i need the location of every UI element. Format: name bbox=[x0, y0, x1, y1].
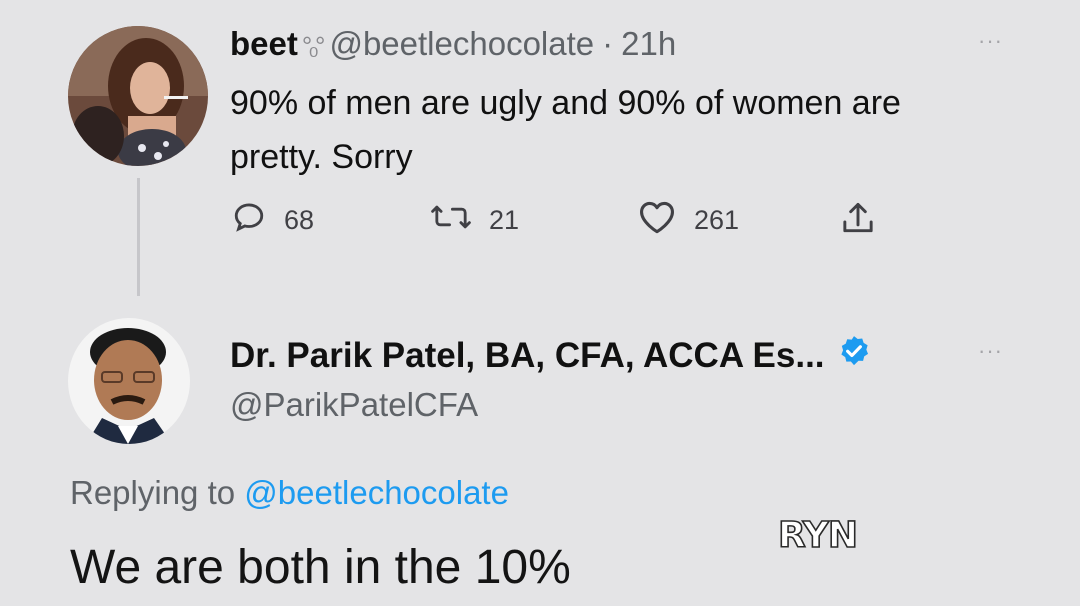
author-emoji: °₀° bbox=[301, 31, 326, 61]
share-button[interactable] bbox=[840, 200, 876, 245]
avatar[interactable] bbox=[68, 318, 190, 444]
retweet-count: 21 bbox=[489, 205, 520, 235]
like-button[interactable]: 261 bbox=[638, 200, 739, 241]
replying-to: Replying to @beetlechocolate bbox=[70, 474, 509, 512]
thread-line bbox=[137, 178, 140, 296]
reply-icon bbox=[232, 200, 266, 241]
reply-text: We are both in the 10% bbox=[70, 541, 571, 594]
retweet-button[interactable]: 21 bbox=[431, 200, 519, 241]
tweet-header: beet °₀° @beetlechocolate · 21h bbox=[230, 22, 676, 68]
tweet-thread: beet °₀° @beetlechocolate · 21h ··· 90% … bbox=[0, 0, 1080, 606]
tweet-text: 90% of men are ugly and 90% of women are… bbox=[230, 84, 901, 176]
heart-icon bbox=[638, 200, 676, 241]
reply-count: 68 bbox=[284, 205, 315, 235]
separator-dot: · bbox=[602, 25, 614, 62]
retweet-icon bbox=[431, 200, 471, 241]
reply-author-name-text: Dr. Parik Patel, BA, CFA, ACCA Es... bbox=[230, 335, 825, 375]
like-count: 261 bbox=[694, 205, 740, 235]
more-options-icon[interactable]: ··· bbox=[978, 338, 1003, 364]
avatar[interactable] bbox=[68, 26, 208, 166]
watermark-logo: RYN bbox=[777, 514, 859, 557]
tweet-timestamp[interactable]: 21h bbox=[621, 22, 676, 66]
author-name[interactable]: beet bbox=[230, 22, 298, 66]
replying-prefix: Replying to bbox=[70, 474, 236, 511]
more-options-icon[interactable]: ··· bbox=[978, 28, 1003, 54]
reply-author-handle[interactable]: @ParikPatelCFA bbox=[230, 386, 478, 424]
replying-handle-link[interactable]: @beetlechocolate bbox=[244, 474, 509, 511]
author-handle[interactable]: @beetlechocolate bbox=[329, 22, 594, 66]
share-icon bbox=[840, 200, 876, 245]
verified-badge-icon bbox=[837, 334, 871, 377]
reply-author-name[interactable]: Dr. Parik Patel, BA, CFA, ACCA Es... bbox=[230, 334, 871, 377]
reply-button[interactable]: 68 bbox=[232, 200, 314, 241]
